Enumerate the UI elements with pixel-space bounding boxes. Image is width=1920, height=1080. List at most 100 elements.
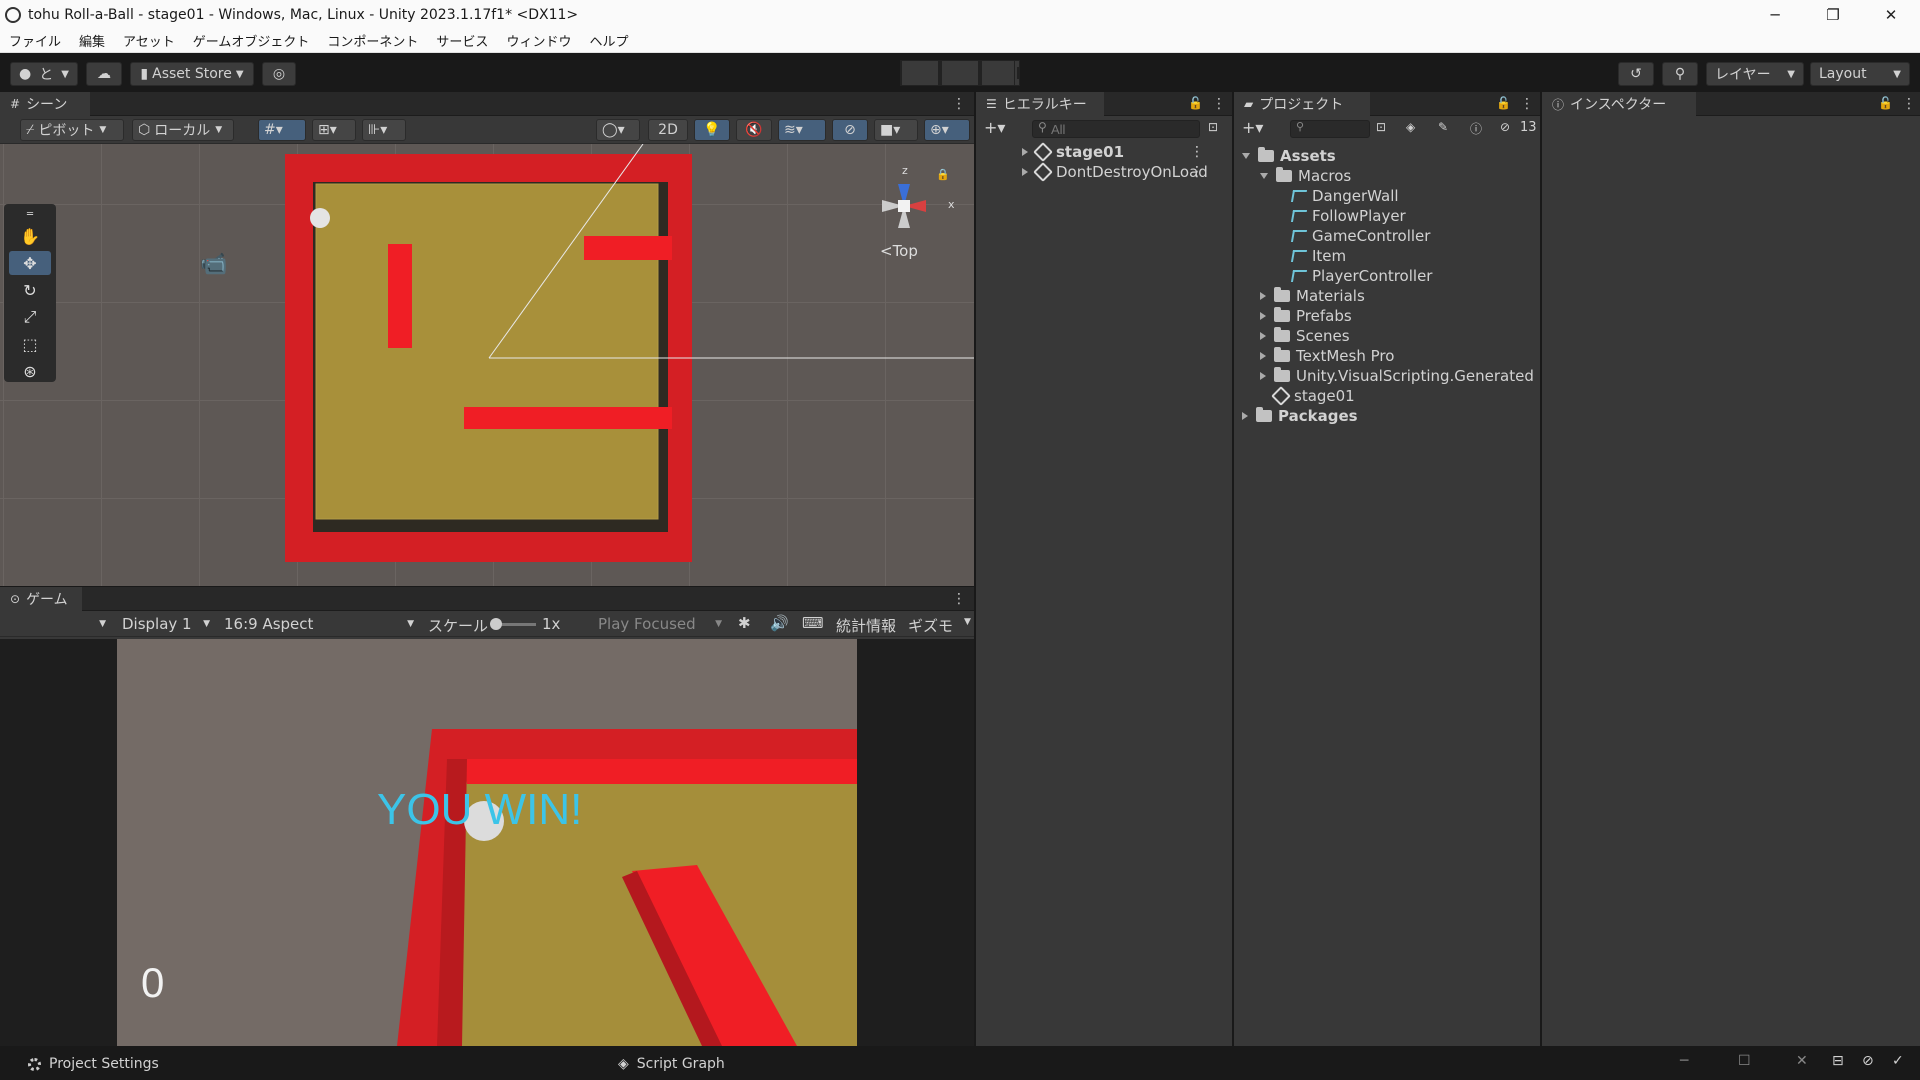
menu-window[interactable]: ウィンドウ [497,31,580,50]
display-dropdown[interactable]: Display 1 ▼ [116,611,216,637]
tab-scene[interactable]: # シーン [0,92,90,116]
expand-icon[interactable] [1242,412,1248,420]
tree-assets[interactable]: Assets [1242,146,1336,166]
speaker-icon[interactable]: 🔊 [770,614,789,632]
more-icon[interactable]: ⋮ [952,96,966,112]
hidden-objects-toggle[interactable]: ⊘ [832,119,868,141]
hand-tool[interactable]: ═ [9,207,51,221]
more-icon[interactable]: ⋮ [1520,96,1534,112]
collapse-icon[interactable] [1242,153,1250,159]
account-button[interactable]: ● と ▼ [10,62,78,86]
rotate-tool-icon[interactable]: ↻ [9,278,51,302]
expand-icon[interactable] [1260,332,1266,340]
lighting-toggle[interactable]: 💡 [694,119,730,141]
lock-icon[interactable]: 🔓 [1878,96,1893,110]
hand-icon[interactable]: ✋ [9,224,51,248]
menu-help[interactable]: ヘルプ [580,31,637,50]
lock-icon[interactable]: 🔒 [936,168,950,181]
grid-visibility-button[interactable]: ⊪▾ [362,119,406,141]
project-settings-window[interactable]: Project Settings [28,1053,159,1075]
tree-script[interactable]: PlayerController [1290,266,1432,286]
draw-mode-dropdown[interactable]: ◯▾ [596,119,640,141]
filter-type-icon[interactable]: ◈ [1406,120,1415,134]
local-dropdown[interactable]: ⬡ ローカル ▼ [132,119,234,141]
play-button[interactable] [900,60,940,86]
tree-folder[interactable]: Materials [1260,286,1365,306]
hierarchy-item-dontdestroyonload[interactable]: DontDestroyOnLoad ⋮ [1022,162,1222,182]
scene-viewport[interactable]: 📹 ═ ✋ ✥ ↻ ⤢ ⬚ ⊛ z x 🔒 <Top [0,144,974,586]
tree-script[interactable]: Item [1290,246,1346,266]
audio-toggle[interactable]: 🔇 [736,119,772,141]
close-button[interactable]: ✕ [1862,0,1920,29]
orientation-gizmo[interactable]: z x 🔒 <Top [860,154,960,264]
scale-tool-icon[interactable]: ⤢ [9,305,51,329]
2d-toggle[interactable]: 2D [648,119,688,141]
tree-script[interactable]: GameController [1290,226,1430,246]
search-scope-icon[interactable]: ⊡ [1376,120,1386,134]
menu-component[interactable]: コンポーネント [318,31,427,50]
asset-store-button[interactable]: ▮ Asset Store ▼ [130,62,254,86]
gizmos-dropdown[interactable]: ⊕▾ [924,119,970,141]
tree-folder[interactable]: TextMesh Pro [1260,346,1394,366]
auto-generate-lighting-icon[interactable]: ⊘ [1862,1053,1874,1069]
lock-icon[interactable]: 🔓 [1496,96,1511,110]
tab-inspector[interactable]: ⓘ インスペクター [1542,92,1696,116]
game-viewport[interactable]: YOU WIN! 0 [117,639,857,1046]
effects-dropdown[interactable]: ≋▾ [778,119,826,141]
layers-dropdown[interactable]: レイヤー ▼ [1706,62,1804,86]
history-button[interactable]: ↺ [1618,62,1654,86]
collapse-icon[interactable] [1260,173,1268,179]
camera-icon[interactable]: 📹 [200,252,227,277]
transform-tool-icon[interactable]: ⊛ [9,359,51,383]
aspect-dropdown[interactable]: 16:9 Aspect ▼ [218,611,420,637]
hierarchy-search-input[interactable] [1032,120,1200,138]
tab-game[interactable]: ⊙ ゲーム [0,587,82,611]
add-icon[interactable]: +▾ [1242,118,1263,137]
tree-folder[interactable]: Scenes [1260,326,1350,346]
more-icon[interactable]: ⋮ [1902,96,1916,112]
close-icon[interactable]: ✕ [1796,1053,1808,1069]
add-icon[interactable]: +▾ [984,118,1005,137]
tree-folder[interactable]: Prefabs [1260,306,1352,326]
menu-gameobject[interactable]: ゲームオブジェクト [184,31,319,50]
more-icon[interactable]: ⋮ [1190,144,1204,160]
more-icon[interactable]: ⋮ [952,591,966,607]
minimize-button[interactable]: ─ [1746,0,1804,29]
hierarchy-item-stage01[interactable]: stage01 ⋮ [1022,142,1222,162]
pause-button[interactable] [940,60,980,86]
tab-hierarchy[interactable]: ☰ ヒエラルキー [976,92,1104,116]
layout-dropdown[interactable]: Layout ▼ [1810,62,1910,86]
game-view-dropdown[interactable]: ▼ [0,611,112,637]
tree-script[interactable]: FollowPlayer [1290,206,1406,226]
hidden-packages-icon[interactable]: ⊘ [1500,120,1510,134]
label-icon[interactable]: ✎ [1438,120,1448,134]
menu-edit[interactable]: 編集 [70,31,114,50]
expand-icon[interactable] [1260,352,1266,360]
scene-search-icon[interactable]: ⊡ [1208,120,1218,134]
stats-button[interactable]: 統計情報 [836,615,896,636]
play-mode-dropdown[interactable]: Play Focused ▼ [592,611,728,637]
more-icon[interactable]: ⋮ [1212,96,1226,112]
grid-snap-button[interactable]: #▾ [258,119,306,141]
step-button[interactable] [980,60,1020,86]
warning-icon[interactable]: ⓘ [1470,120,1482,137]
maximize-button[interactable]: ❐ [1804,0,1862,29]
tree-script[interactable]: DangerWall [1290,186,1399,206]
expand-icon[interactable] [1260,292,1266,300]
rect-tool-icon[interactable]: ⬚ [9,332,51,356]
lock-icon[interactable]: 🔓 [1188,96,1203,110]
tree-scene-file[interactable]: stage01 [1271,386,1355,406]
maximize-icon[interactable]: ☐ [1738,1053,1751,1069]
camera-dropdown[interactable]: ■▾ [874,119,918,141]
network-icon[interactable]: ⊟ [1832,1053,1844,1069]
package-button[interactable]: ◎ [262,62,296,86]
expand-icon[interactable] [1022,148,1028,156]
keyboard-icon[interactable]: ⌨ [802,614,824,632]
pivot-dropdown[interactable]: ⌿ ピボット ▼ [20,119,124,141]
search-button[interactable]: ⚲ [1662,62,1698,86]
expand-icon[interactable] [1260,372,1266,380]
expand-icon[interactable] [1260,312,1266,320]
scale-slider-handle[interactable] [490,618,502,630]
increment-snap-button[interactable]: ⊞▾ [312,119,356,141]
chevron-down-icon[interactable]: ▼ [964,617,971,627]
